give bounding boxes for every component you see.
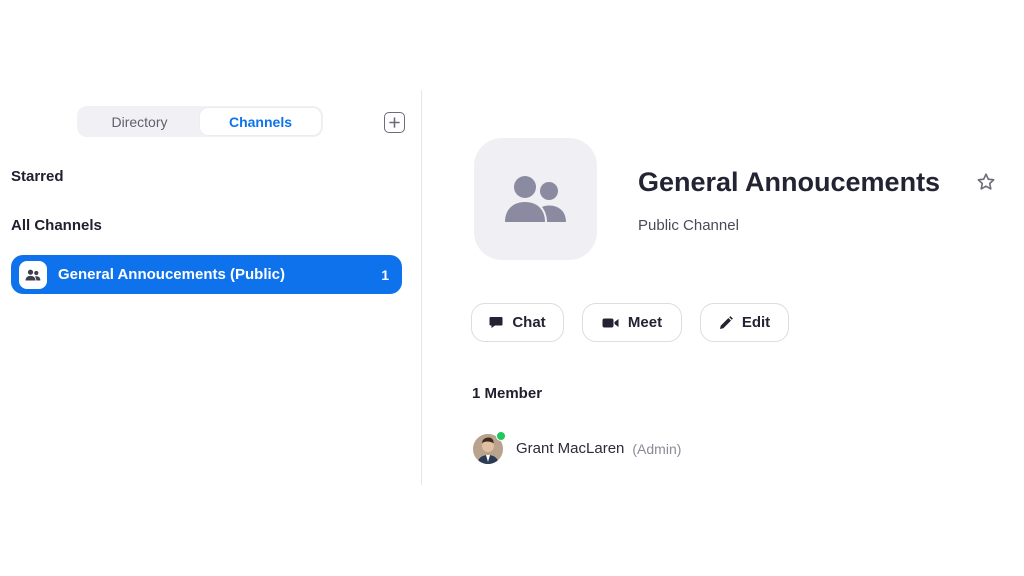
tab-channels[interactable]: Channels	[200, 108, 321, 135]
pencil-icon	[719, 315, 733, 329]
starred-section-label: Starred	[11, 168, 64, 185]
channel-list-item-label: General Annoucements (Public)	[58, 266, 285, 283]
channel-avatar-large	[474, 138, 597, 260]
plus-icon	[389, 117, 400, 128]
star-channel-button[interactable]	[976, 172, 996, 192]
chat-bubble-icon	[489, 317, 503, 328]
chat-button-label: Chat	[512, 314, 546, 331]
view-switcher: Directory Channels	[77, 106, 323, 137]
edit-button-label: Edit	[741, 314, 771, 331]
channel-list-item[interactable]: General Annoucements (Public) 1	[11, 255, 402, 294]
all-channels-section-label: All Channels	[11, 217, 102, 234]
edit-button[interactable]: Edit	[700, 303, 789, 342]
member-name: Grant MacLaren	[516, 440, 625, 457]
tab-directory[interactable]: Directory	[79, 108, 200, 135]
online-status-indicator	[496, 431, 506, 441]
channel-avatar	[19, 260, 47, 289]
group-icon	[504, 176, 566, 222]
video-camera-icon	[602, 318, 619, 327]
add-channel-button[interactable]	[384, 112, 405, 133]
meet-button-label: Meet	[627, 314, 663, 331]
member-role: (Admin)	[632, 440, 682, 457]
star-outline-icon	[977, 173, 995, 190]
channel-sidebar: Directory Channels Starred All Channels …	[0, 90, 422, 485]
member-count-label: 1 Member	[472, 385, 543, 402]
channel-title: General Annoucements	[638, 167, 941, 197]
group-icon	[25, 269, 41, 280]
unread-count-badge: 1	[381, 266, 389, 283]
channel-type-label: Public Channel	[638, 217, 739, 234]
meet-button[interactable]: Meet	[582, 303, 682, 342]
chat-button[interactable]: Chat	[471, 303, 564, 342]
